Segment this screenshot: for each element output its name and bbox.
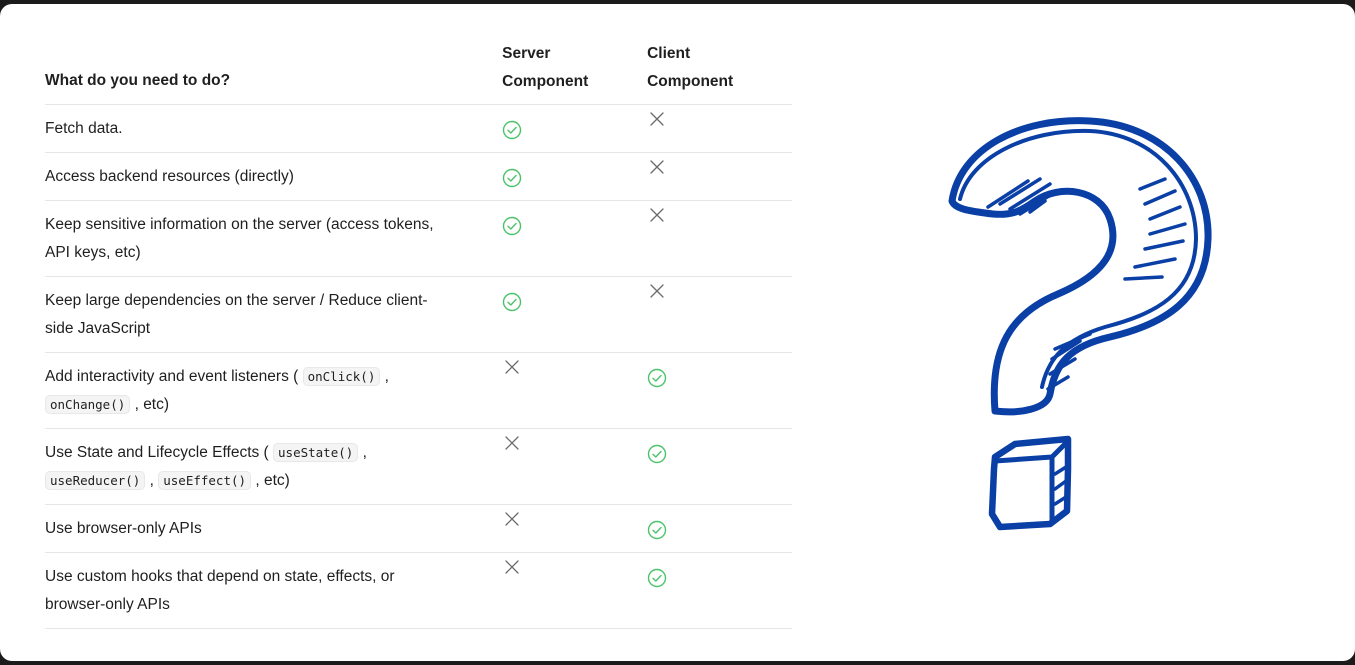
task-text-line2: API keys, etc) (45, 244, 141, 261)
task-text-line2: , etc) (134, 396, 170, 413)
task-text: Fetch data. (45, 120, 123, 137)
task-text-line1: Add interactivity and event listeners ( (45, 368, 299, 385)
client-cell (647, 429, 792, 504)
code-on-click: onClick() (302, 367, 381, 386)
x-icon (650, 284, 664, 298)
header-client-line2: Component (647, 73, 734, 90)
task-cell: Keep sensitive information on the server… (45, 201, 502, 276)
task-text: Use browser-only APIs (45, 520, 202, 537)
check-circle-icon (647, 568, 667, 588)
server-cell (502, 429, 647, 504)
client-cell (647, 277, 792, 352)
server-cell (502, 277, 647, 352)
header-server-line2: Component (502, 73, 589, 90)
content-card: What do you need to do? Server Component… (0, 4, 1355, 661)
table-row: Use browser-only APIs (45, 505, 792, 553)
table-row: Fetch data. (45, 105, 792, 153)
check-circle-icon (647, 444, 667, 464)
code-use-effect: useEffect() (158, 471, 252, 490)
task-text-line1: Keep large dependencies on the server / … (45, 292, 428, 309)
table-row: Keep large dependencies on the server / … (45, 277, 792, 353)
comparison-table: What do you need to do? Server Component… (45, 40, 792, 629)
task-cell: Use State and Lifecycle Effects ( useSta… (45, 429, 502, 504)
task-cell: Keep large dependencies on the server / … (45, 277, 502, 352)
client-cell (647, 505, 792, 552)
table-row: Keep sensitive information on the server… (45, 201, 792, 277)
task-cell: Use custom hooks that depend on state, e… (45, 553, 502, 628)
server-cell (502, 505, 647, 552)
code-use-state: useState() (273, 443, 359, 462)
task-text-line1: Keep sensitive information on the server… (45, 216, 434, 233)
check-circle-icon (502, 292, 522, 312)
check-circle-icon (647, 368, 667, 388)
question-mark-icon (948, 117, 1212, 531)
task-cell: Access backend resources (directly) (45, 153, 502, 200)
header-client: Client Component (647, 40, 792, 104)
punct: , (362, 444, 367, 461)
client-cell (647, 153, 792, 200)
client-cell (647, 105, 792, 152)
x-icon (650, 208, 664, 222)
punct: , (384, 368, 389, 385)
server-cell (502, 105, 647, 152)
server-cell (502, 353, 647, 428)
x-icon (505, 360, 519, 374)
header-server-line1: Server (502, 45, 551, 62)
server-cell (502, 201, 647, 276)
table-row: Use custom hooks that depend on state, e… (45, 553, 792, 629)
client-cell (647, 553, 792, 628)
client-cell (647, 201, 792, 276)
task-cell: Add interactivity and event listeners ( … (45, 353, 502, 428)
header-client-line1: Client (647, 45, 691, 62)
task-cell: Fetch data. (45, 105, 502, 152)
task-text: Access backend resources (directly) (45, 168, 294, 185)
check-circle-icon (502, 120, 522, 140)
table-header: What do you need to do? Server Component… (45, 40, 792, 105)
header-task-label: What do you need to do? (45, 72, 231, 89)
code-use-reducer: useReducer() (45, 471, 146, 490)
code-on-change: onChange() (45, 395, 131, 414)
task-text-line1: Use State and Lifecycle Effects ( (45, 444, 269, 461)
task-text-line1: Use custom hooks that depend on state, e… (45, 568, 395, 585)
task-text-line2: browser-only APIs (45, 596, 170, 613)
x-icon (505, 436, 519, 450)
x-icon (505, 560, 519, 574)
table-row: Add interactivity and event listeners ( … (45, 353, 792, 429)
table-row: Use State and Lifecycle Effects ( useSta… (45, 429, 792, 505)
header-server: Server Component (502, 40, 647, 104)
client-cell (647, 353, 792, 428)
x-icon (650, 112, 664, 126)
x-icon (505, 512, 519, 526)
server-cell (502, 153, 647, 200)
header-task: What do you need to do? (45, 40, 502, 104)
punct: , (149, 472, 154, 489)
task-cell: Use browser-only APIs (45, 505, 502, 552)
x-icon (650, 160, 664, 174)
task-text-line2: , etc) (255, 472, 290, 489)
check-circle-icon (502, 216, 522, 236)
check-circle-icon (647, 520, 667, 540)
server-cell (502, 553, 647, 628)
check-circle-icon (502, 168, 522, 188)
task-text-line2: side JavaScript (45, 320, 151, 337)
table-row: Access backend resources (directly) (45, 153, 792, 201)
